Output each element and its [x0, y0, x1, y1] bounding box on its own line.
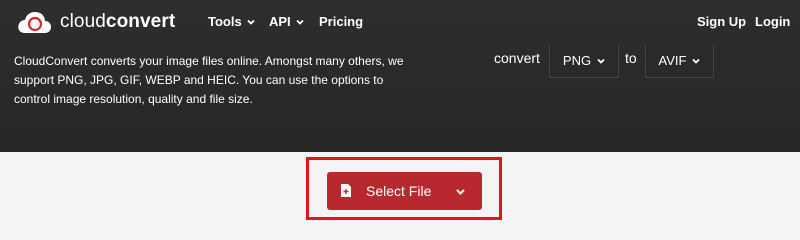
brand-name: cloudconvert — [60, 11, 175, 33]
nav-api-label: API — [269, 14, 291, 29]
nav-login-label: Login — [755, 14, 791, 29]
nav-signup-label: Sign Up — [697, 14, 747, 29]
nav-pricing[interactable]: Pricing — [319, 14, 363, 29]
nav-api[interactable]: API — [269, 14, 304, 29]
from-format-select[interactable]: PNG — [549, 44, 619, 78]
to-label: to — [625, 50, 637, 66]
chevron-down-icon — [692, 57, 701, 65]
chevron-down-icon — [597, 57, 605, 65]
hero-section: cloudconvert Tools API Pricing Sign Up L… — [0, 0, 800, 152]
chevron-down-icon — [247, 18, 255, 26]
nav-tools-label: Tools — [208, 14, 242, 29]
top-navbar: cloudconvert Tools API Pricing Sign Up L… — [0, 0, 800, 44]
cloudconvert-logo-icon — [18, 12, 51, 33]
select-file-label: Select File — [366, 183, 432, 199]
select-file-button[interactable]: Select File — [327, 172, 482, 210]
intro-text: CloudConvert converts your image files o… — [14, 54, 404, 106]
chevron-down-icon — [296, 18, 304, 26]
nav-login[interactable]: Login — [755, 14, 790, 29]
brand-name-bold: convert — [105, 11, 176, 32]
convert-label: convert — [494, 50, 540, 66]
chevron-down-icon[interactable] — [456, 187, 465, 196]
brand-name-light: cloud — [60, 11, 106, 32]
brand-logo[interactable]: cloudconvert — [16, 9, 175, 35]
file-add-icon — [341, 184, 351, 197]
nav-pricing-label: Pricing — [319, 14, 364, 29]
to-format-value: AVIF — [658, 53, 687, 68]
nav-tools[interactable]: Tools — [208, 14, 255, 29]
from-format-value: PNG — [562, 53, 592, 68]
to-format-select[interactable]: AVIF — [645, 44, 714, 78]
nav-signup[interactable]: Sign Up — [697, 14, 746, 29]
